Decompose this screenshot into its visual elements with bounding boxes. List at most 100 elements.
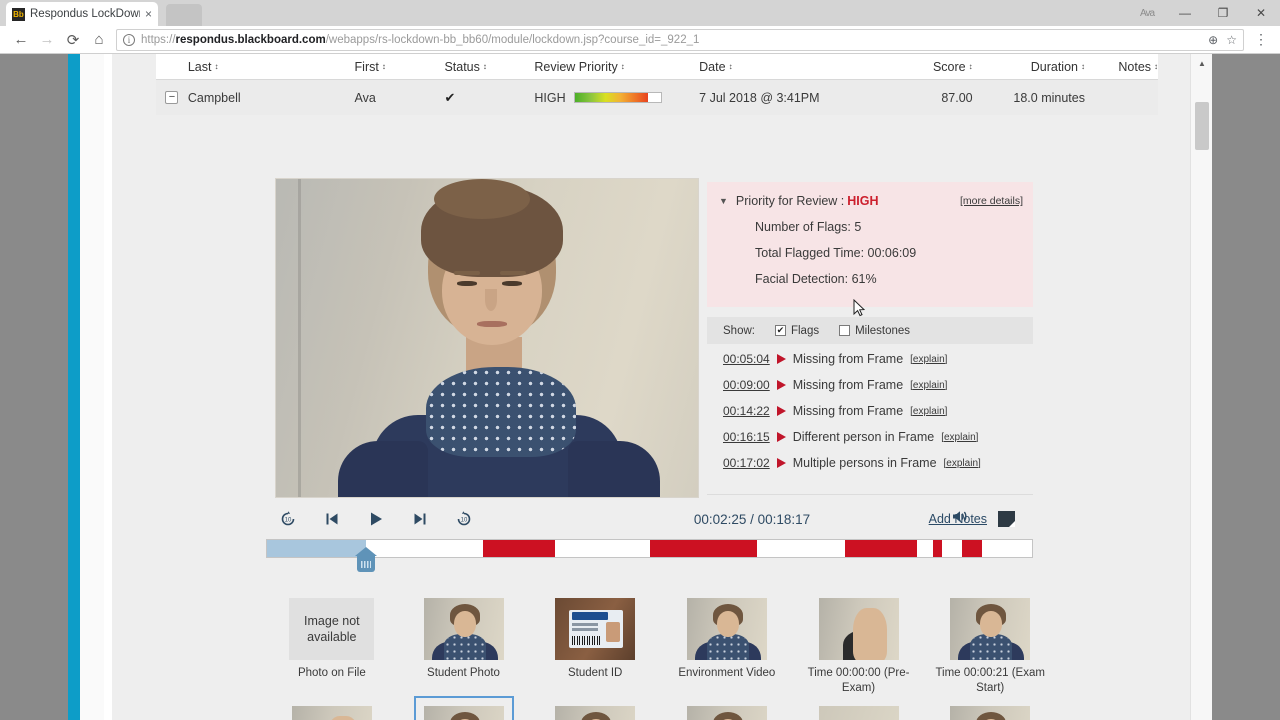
flag-explain-link[interactable]: [explain] [910,354,947,365]
address-bar[interactable]: i https://respondus.blackboard.com/webap… [116,28,1244,51]
thumbnail-image[interactable] [555,706,636,720]
browser-tab[interactable]: Bb Respondus LockDown Br × [6,2,158,26]
proctoring-video-player[interactable] [275,178,699,498]
site-info-icon[interactable]: i [123,33,135,46]
column-header-status[interactable]: Status ↕ [444,60,534,74]
thumbnail-image[interactable] [555,598,636,660]
scrollbar-thumb[interactable] [1195,102,1209,150]
flag-timestamp[interactable]: 00:17:02 [723,456,770,470]
zoom-icon[interactable]: ⊕ [1208,33,1218,47]
scroll-up-icon[interactable]: ▲ [1191,54,1213,72]
timeline-flag-segment[interactable] [961,540,983,557]
profile-avatar-icon[interactable]: Ava [1128,0,1166,26]
timeline-thumbnail-item[interactable] [529,706,661,720]
home-icon[interactable]: ⌂ [86,27,112,53]
column-header-duration[interactable]: Duration ↕ [973,60,1085,74]
flag-timestamp[interactable]: 00:05:04 [723,352,770,366]
column-header-notes[interactable]: Notes ↕ [1085,60,1158,74]
column-label: Duration [1030,59,1078,74]
collapse-row-icon[interactable]: − [165,91,179,104]
timeline-thumbnail-item[interactable] [266,706,398,720]
timeline-flag-segment[interactable] [932,540,942,557]
thumbnail-image[interactable] [413,696,514,720]
notes-icon[interactable] [998,511,1015,527]
chevron-down-icon[interactable]: ▼ [719,196,728,206]
timeline-thumbnail-item[interactable] [793,706,925,720]
flag-list-divider [707,494,1033,495]
thumbnail-image[interactable] [423,598,504,660]
cell-review-priority: HIGH [534,91,699,105]
reload-icon[interactable]: ⟳ [60,27,86,53]
minimize-icon[interactable]: — [1166,0,1204,26]
checkbox-milestones[interactable]: Milestones [839,325,910,337]
thumbnail-image[interactable] [950,706,1031,720]
thumbnail-image[interactable] [818,706,899,720]
thumbnail-image[interactable] [950,598,1031,660]
flag-timestamp[interactable]: 00:14:22 [723,404,770,418]
column-header-score[interactable]: Score ↕ [886,60,973,74]
more-details-link[interactable]: [more details] [960,195,1023,207]
browser-menu-icon[interactable]: ⋮ [1250,31,1272,48]
flag-timestamp[interactable]: 00:09:00 [723,378,770,392]
thumbnail-item[interactable]: Image not available Photo on File [266,598,398,696]
flag-row[interactable]: 00:17:02 Multiple persons in Frame [explai… [707,450,1033,476]
thumbnail-image[interactable] [818,598,899,660]
checkbox-flags[interactable]: ✔ Flags [774,324,820,337]
bookmark-star-icon[interactable]: ☆ [1226,33,1237,47]
play-icon[interactable] [354,509,398,529]
table-row[interactable]: − Campbell Ava ✔ HIGH 7 Jul 2018 @ 3:41P… [156,80,1158,115]
column-header-review-priority[interactable]: Review Priority ↕ [534,60,699,74]
column-header-date[interactable]: Date ↕ [699,60,886,74]
close-window-icon[interactable]: ✕ [1242,0,1280,26]
timeline-scrubber[interactable] [266,539,1033,572]
player-controls: 10 10 00:02:25 / 00:18:17 Add Notes [266,502,1033,536]
url-text: https://respondus.blackboard.com/webapps… [141,34,699,46]
empty-frame-art [818,706,899,720]
flag-row[interactable]: 00:09:00 Missing from Frame [explain] [707,372,1033,398]
timeline-thumbnail-item[interactable] [398,696,530,720]
new-tab-button[interactable] [166,4,202,26]
sort-icon: ↕ [620,61,625,71]
checkbox-flags-label: Flags [790,324,820,337]
column-header-last[interactable]: Last ↕ [188,60,355,74]
thumbnail-item[interactable]: Environment Video [661,598,793,696]
next-flag-icon[interactable] [398,510,442,528]
timeline-flag-segment[interactable] [649,540,757,557]
timeline-flag-segment[interactable] [483,540,555,557]
close-tab-icon[interactable]: × [145,7,152,21]
thumbnail-item[interactable]: Student Photo [398,598,530,696]
sort-icon: ↕ [482,61,487,71]
thumbnail-item[interactable]: Time 00:00:21 (Exam Start) [924,598,1056,696]
column-header-first[interactable]: First ↕ [355,60,445,74]
previous-flag-icon[interactable] [310,510,354,528]
thumbnail-image[interactable] [686,706,767,720]
forward-icon[interactable]: → [34,27,60,53]
rewind-10-icon[interactable]: 10 [266,509,310,529]
flag-explain-link[interactable]: [explain] [910,406,947,417]
thumbnail-item[interactable]: Time 00:00:00 (Pre-Exam) [793,598,925,696]
thumbnail-image[interactable] [686,598,767,660]
maximize-icon[interactable]: ❐ [1204,0,1242,26]
timeline-thumbnail-item[interactable] [661,706,793,720]
thumbnail-label: Photo on File [297,667,366,679]
flag-explain-link[interactable]: [explain] [944,458,981,469]
thumbnail-item[interactable]: Student ID [529,598,661,696]
sort-icon: ↕ [214,61,219,71]
timeline-flag-segment[interactable] [844,540,918,557]
forward-10-icon[interactable]: 10 [442,509,486,529]
flag-explain-link[interactable]: [explain] [910,380,947,391]
flag-explain-link[interactable]: [explain] [941,432,978,443]
priority-gauge [573,92,662,103]
timeline-handle[interactable] [355,547,378,575]
thumbnail-image[interactable] [291,706,372,720]
flag-row[interactable]: 00:05:04 Missing from Frame [explain] [707,346,1033,372]
flag-timestamp[interactable]: 00:16:15 [723,430,770,444]
flag-row[interactable]: 00:16:15 Different person in Frame [explai… [707,424,1033,450]
flag-row[interactable]: 00:14:22 Missing from Frame [explain] [707,398,1033,424]
add-notes-link[interactable]: Add Notes [929,512,987,526]
back-icon[interactable]: ← [8,27,34,53]
page-scrollbar[interactable]: ▲ [1190,54,1212,720]
page-viewport: Last ↕ First ↕ Status ↕ Review Priority ↕ Da… [0,54,1280,720]
sort-icon: ↕ [728,61,733,71]
timeline-thumbnail-item[interactable] [924,706,1056,720]
